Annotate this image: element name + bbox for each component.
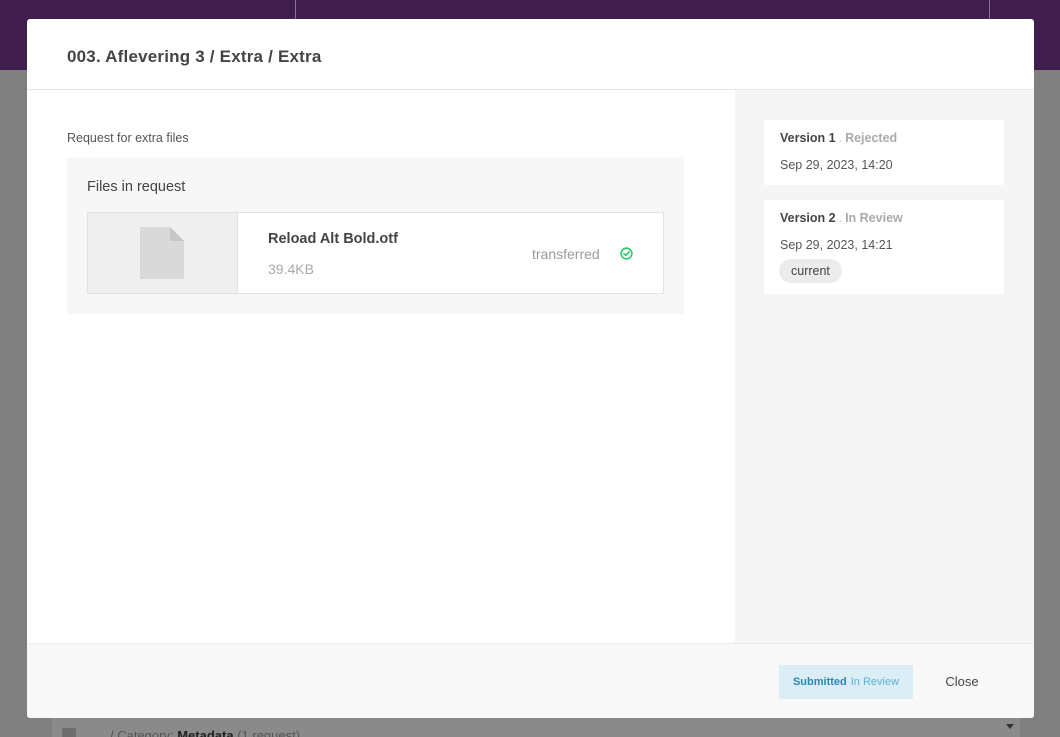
version-card[interactable]: Version 1. Rejected Sep 29, 2023, 14:20 bbox=[764, 120, 1004, 185]
separator-dot: . bbox=[838, 131, 843, 145]
request-label: Request for extra files bbox=[67, 131, 189, 145]
version-card[interactable]: Version 2. In Review Sep 29, 2023, 14:21 … bbox=[764, 200, 1004, 294]
chevron-down-icon bbox=[1006, 724, 1014, 729]
version-title: Version 1. Rejected bbox=[780, 131, 897, 145]
modal-title: 003. Aflevering 3 / Extra / Extra bbox=[67, 47, 322, 66]
expand-arrow-icon bbox=[62, 728, 76, 737]
version-title: Version 2. In Review bbox=[780, 211, 903, 225]
category-prefix: / Category: bbox=[110, 728, 174, 737]
files-in-request-title: Files in request bbox=[87, 179, 186, 195]
version-number: Version 2 bbox=[780, 211, 836, 225]
file-card[interactable]: Reload Alt Bold.otf 39.4KB transferred bbox=[87, 212, 664, 294]
version-status: Rejected bbox=[845, 131, 898, 145]
current-badge: current bbox=[779, 259, 842, 283]
category-count: (1 request) bbox=[237, 728, 301, 737]
background-category-row: / Category: Metadata (1 request) bbox=[110, 728, 300, 737]
version-date: Sep 29, 2023, 14:21 bbox=[780, 238, 893, 252]
status-badge: Submitted In Review bbox=[779, 665, 913, 699]
category-name: Metadata bbox=[177, 728, 234, 737]
modal-footer: Submitted In Review Close bbox=[27, 643, 1034, 718]
status-primary: Submitted bbox=[792, 676, 847, 688]
versions-sidebar: Version 1. Rejected Sep 29, 2023, 14:20 V… bbox=[735, 90, 1034, 643]
close-button[interactable]: Close bbox=[930, 665, 994, 699]
modal-header: 003. Aflevering 3 / Extra / Extra bbox=[27, 19, 1034, 90]
separator-dot: . bbox=[838, 211, 843, 225]
version-number: Version 1 bbox=[780, 131, 836, 145]
version-status: In Review bbox=[845, 211, 903, 225]
status-secondary: In Review bbox=[850, 676, 900, 688]
version-date: Sep 29, 2023, 14:20 bbox=[780, 158, 893, 172]
file-icon bbox=[140, 227, 184, 279]
file-name: Reload Alt Bold.otf bbox=[268, 231, 398, 247]
file-size: 39.4KB bbox=[268, 261, 314, 277]
check-circle-icon bbox=[620, 247, 633, 260]
modal-main: Request for extra files Files in request… bbox=[27, 90, 735, 643]
files-in-request-box: Files in request Reload Alt Bold.otf 39.… bbox=[67, 157, 684, 314]
request-modal: 003. Aflevering 3 / Extra / Extra Reques… bbox=[27, 19, 1034, 718]
file-status: transferred bbox=[532, 246, 600, 262]
file-thumbnail bbox=[88, 213, 238, 293]
